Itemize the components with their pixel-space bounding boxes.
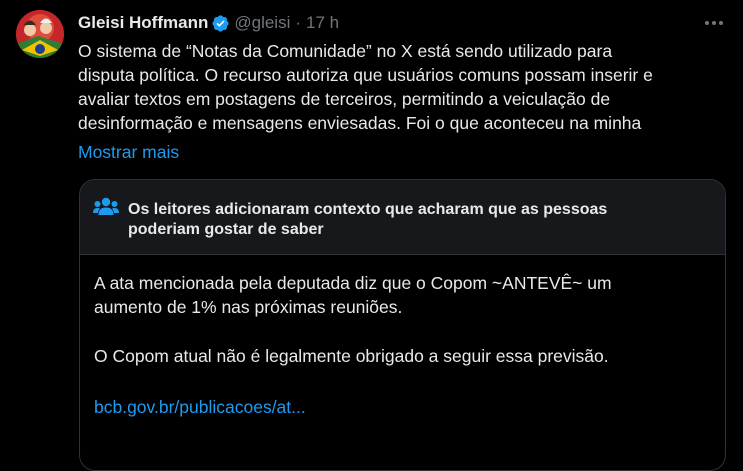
people-icon xyxy=(93,197,119,215)
more-options-icon[interactable] xyxy=(703,12,725,34)
author-handle[interactable]: @gleisi xyxy=(234,13,290,33)
note-source-link[interactable]: bcb.gov.br/publicacoes/at... xyxy=(94,395,704,419)
separator-dot: · xyxy=(295,13,302,32)
tweet-text-line: desinformação e mensagens enviesadas. Fo… xyxy=(78,113,642,133)
show-more-link[interactable]: Mostrar mais xyxy=(78,140,179,164)
tweet-text-line: O sistema de “Notas da Comunidade” no X … xyxy=(78,41,613,61)
verified-badge-icon xyxy=(212,14,229,32)
note-paragraph: O Copom atual não é legalmente obrigado … xyxy=(94,346,609,366)
note-title-line: Os leitores adicionaram contexto que ach… xyxy=(128,201,608,218)
tweet-text-line: disputa política. O recurso autoriza que… xyxy=(78,65,653,85)
note-text-line: A ata mencionada pela deputada diz que o… xyxy=(94,273,612,293)
note-text-line: aumento de 1% nas próximas reuniões. xyxy=(94,297,403,317)
timestamp[interactable]: 17 h xyxy=(306,13,339,33)
tweet-text-line: avaliar textos em postagens de terceiros… xyxy=(78,89,611,109)
note-title-line: poderiam gostar de saber xyxy=(128,221,324,238)
avatar-image xyxy=(16,10,64,58)
community-note-header: Os leitores adicionaram contexto que ach… xyxy=(80,180,725,255)
note-paragraph: A ata mencionada pela deputada diz que o… xyxy=(94,271,704,319)
tweet-header: Gleisi Hoffmann @gleisi · 17 h xyxy=(78,12,339,34)
tweet-text: O sistema de “Notas da Comunidade” no X … xyxy=(78,39,718,135)
community-note-title[interactable]: Os leitores adicionaram contexto que ach… xyxy=(128,200,688,240)
author-name[interactable]: Gleisi Hoffmann xyxy=(78,13,208,33)
community-note: Os leitores adicionaram contexto que ach… xyxy=(79,179,726,471)
avatar[interactable] xyxy=(16,10,64,58)
